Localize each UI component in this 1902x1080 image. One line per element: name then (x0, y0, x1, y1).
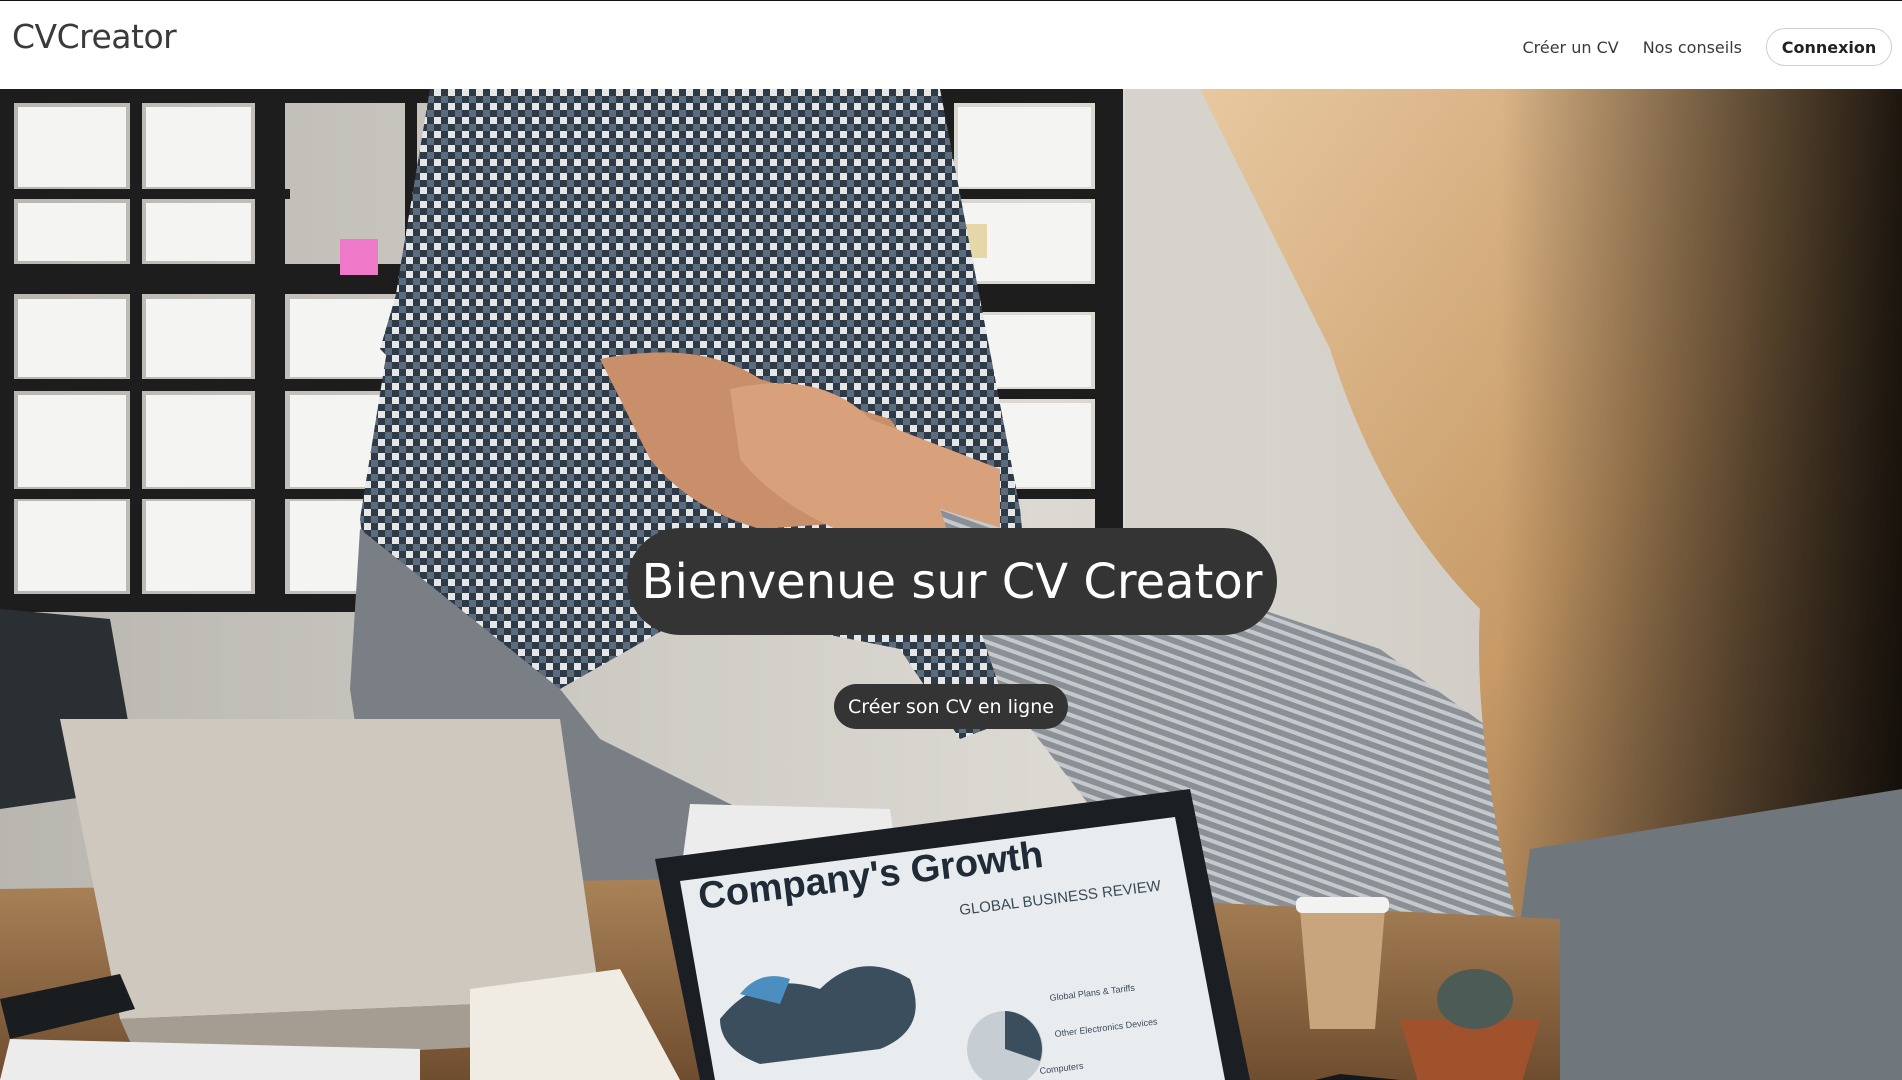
create-cv-online-button[interactable]: Créer son CV en ligne (834, 684, 1068, 729)
nav-link-create-cv[interactable]: Créer un CV (1522, 38, 1618, 57)
hero-section: Company's Growth GLOBAL BUSINESS REVIEW … (0, 89, 1902, 1080)
login-button[interactable]: Connexion (1766, 28, 1892, 66)
brand-logo[interactable]: CVCreator (12, 17, 177, 56)
main-nav: Créer un CV Nos conseils Connexion (1522, 28, 1902, 66)
top-navbar: CVCreator Créer un CV Nos conseils Conne… (0, 0, 1902, 89)
nav-link-tips[interactable]: Nos conseils (1643, 38, 1742, 57)
hero-title: Bienvenue sur CV Creator (627, 528, 1277, 635)
